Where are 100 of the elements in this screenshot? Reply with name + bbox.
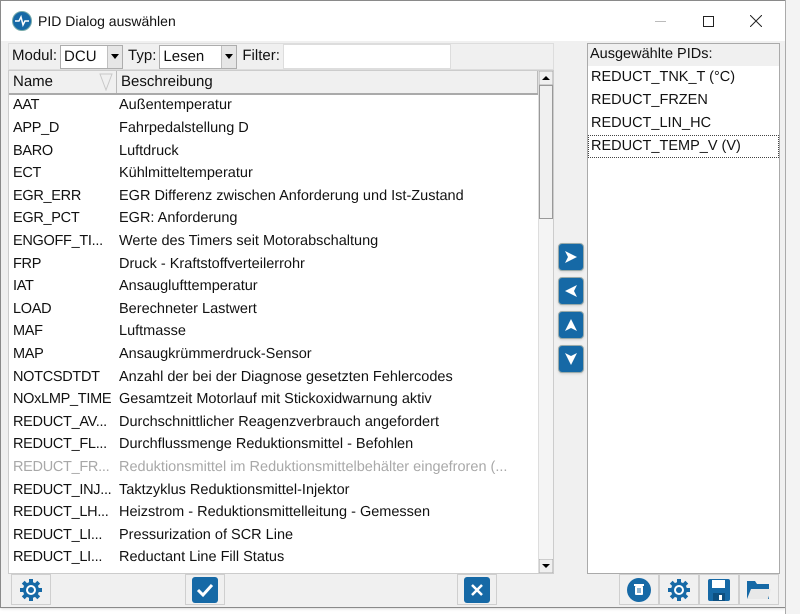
name-cell-text: REDUCT_AV...: [12, 412, 108, 432]
description-cell-text: Ansaugkrümmerdruck-Sensor: [118, 344, 312, 364]
list-item[interactable]: REDUCT_FRZEN: [588, 89, 779, 112]
save-button[interactable]: [699, 574, 739, 605]
table-row[interactable]: AAT Außentemperatur: [9, 95, 538, 118]
name-cell-text: IAT: [12, 277, 35, 296]
delete-button[interactable]: [619, 574, 659, 605]
module-label: Modul:: [12, 46, 58, 66]
description-cell-text: Durchflussmenge Reduktionsmittel - Befohlen: [118, 435, 414, 454]
name-cell-text: REDUCT_FL...: [12, 435, 108, 454]
name-cell-text: NOxLMP_TIME: [12, 390, 112, 410]
module-dropdown[interactable]: DCU: [60, 44, 124, 68]
cancel-button[interactable]: [457, 574, 497, 605]
maximize-icon: [702, 16, 714, 26]
description-cell-text: Gesamtzeit Motorlauf mit Stickoxidwarnung aktiv: [118, 390, 432, 410]
description-cell-text: Außentemperatur: [118, 96, 232, 116]
table-row[interactable]: EGR_PCT EGR: Anforderung: [9, 208, 538, 231]
move-right-button[interactable]: [558, 243, 584, 271]
trash-icon: [626, 576, 652, 602]
description-cell-text: Berechneter Lastwert: [118, 300, 257, 319]
description-cell-text: Kühlmitteltemperatur: [118, 164, 253, 184]
list-item[interactable]: REDUCT_TEMP_V (V): [588, 135, 779, 158]
app-logo-icon: [12, 11, 32, 31]
name-cell-text: ECT: [12, 164, 42, 184]
settings-icon: [19, 578, 43, 602]
description-cell-text: Taktzyklus Reduktionsmittel-Injektor: [118, 480, 350, 500]
description-cell-text: Fahrpedalstellung D: [118, 119, 249, 138]
table-row[interactable]: ECT Kühlmitteltemperatur: [9, 162, 538, 186]
description-cell-text: Heizstrom - Reduktionsmittelleitung - Gemessen: [118, 503, 430, 522]
name-cell-text: LOAD: [12, 300, 52, 319]
table-row[interactable]: REDUCT_LH... Heizstrom - Reduktionsmittelleitung - Gemessen: [9, 502, 538, 524]
description-cell-text: Reduktionsmittel im Reduktionsmittelbehälter eingefroren (...: [118, 458, 508, 477]
name-cell-text: AAT: [12, 96, 40, 116]
scroll-down-icon[interactable]: [539, 559, 553, 573]
table-row[interactable]: MAP Ansaugkrümmerdruck-Sensor: [9, 344, 538, 366]
description-cell-text: Werte des Timers seit Motorabschaltung: [118, 232, 378, 251]
list-item[interactable]: REDUCT_LIN_HC: [588, 112, 779, 135]
move-down-button[interactable]: [558, 345, 584, 373]
name-cell-text: APP_D: [12, 119, 60, 138]
table-row[interactable]: APP_D Fahrpedalstellung D: [9, 118, 538, 140]
settings-button[interactable]: [11, 574, 51, 605]
table-row[interactable]: EGR_ERR EGR Differenz zwischen Anforderung und Ist-Zustand: [9, 185, 538, 208]
right-arrow-icon: [564, 250, 578, 264]
table-row[interactable]: REDUCT_LI... Pressurization of SCR Line: [9, 524, 538, 547]
description-cell-text: Pressurization of SCR Line: [118, 526, 294, 545]
table-row[interactable]: MAF Luftmasse: [9, 320, 538, 344]
description-cell-text: Anzahl der bei der Diagnose gesetzten Fehlercodes: [118, 368, 453, 387]
window-title: PID Dialog auswählen: [38, 12, 176, 31]
table-row[interactable]: REDUCT_AV... Durchschnittlicher Reagenzverbrauch angefordert: [9, 411, 538, 434]
description-cell-text: Luftdruck: [118, 142, 179, 161]
description-cell-text: Luftmasse: [118, 322, 186, 342]
name-cell-text: EGR_ERR: [12, 186, 82, 206]
description-cell-text: EGR Differenz zwischen Anforderung und Ist-Zustand: [118, 186, 464, 206]
scroll-up-icon[interactable]: [539, 71, 553, 85]
name-cell-text: ENGOFF_TI...: [12, 232, 104, 251]
description-cell-text: Ansauglufttemperatur: [118, 277, 258, 296]
settings-icon: [667, 578, 691, 602]
table-row[interactable]: NOxLMP_TIME Gesamtzeit Motorlauf mit Stickoxidwarnung aktiv: [9, 388, 538, 412]
close-icon: [750, 15, 762, 27]
description-cell-text: EGR: Anforderung: [118, 209, 238, 228]
list-item[interactable]: REDUCT_TNK_T (°C): [588, 66, 779, 89]
close-icon: [464, 576, 490, 602]
minimize-icon: [654, 20, 666, 22]
type-dropdown[interactable]: Lesen: [159, 44, 238, 68]
list-title: Ausgewählte PIDs:: [588, 44, 779, 66]
table-row[interactable]: IAT Ansauglufttemperatur: [9, 276, 538, 298]
filter-field[interactable]: [282, 44, 451, 69]
move-left-button[interactable]: [558, 277, 584, 305]
table-row[interactable]: REDUCT_LI... Reductant Line Fill Status: [9, 546, 538, 570]
name-cell-text: BARO: [12, 142, 54, 161]
dropdown-arrow-icon: [225, 54, 234, 59]
open-button[interactable]: [739, 574, 779, 605]
column-header[interactable]: Name: [9, 71, 117, 93]
table-row[interactable]: ENGOFF_TI... Werte des Timers seit Motorabschaltung: [9, 230, 538, 254]
description-cell-text: Durchschnittlicher Reagenzverbrauch angefordert: [118, 412, 439, 432]
name-cell-text: REDUCT_LH...: [12, 503, 110, 522]
table-row[interactable]: NOTCSDTDT Anzahl der bei der Diagnose gesetzten Fehlercodes: [9, 366, 538, 389]
name-cell-text: REDUCT_FR...: [12, 458, 110, 477]
left-arrow-icon: [564, 284, 578, 298]
description-cell-text: Druck - Kraftstoffverteilerrohr: [118, 254, 305, 274]
move-up-button[interactable]: [558, 311, 584, 339]
name-cell-text: REDUCT_INJ...: [12, 480, 112, 500]
name-cell-text: REDUCT_LI...: [12, 526, 104, 545]
ok-button[interactable]: [185, 574, 225, 605]
name-cell-text: REDUCT_LI...: [12, 548, 104, 568]
type-label: Typ:: [128, 46, 156, 66]
name-cell-text: MAP: [12, 344, 45, 364]
settings-button[interactable]: [659, 574, 699, 605]
table-row[interactable]: REDUCT_INJ... Taktzyklus Reduktionsmittel-Injektor: [9, 479, 538, 502]
filter-label: Filter:: [242, 46, 280, 66]
name-cell-text: NOTCSDTDT: [12, 368, 101, 387]
table-row[interactable]: LOAD Berechneter Lastwert: [9, 298, 538, 321]
table-row[interactable]: REDUCT_FL... Durchflussmenge Reduktionsmittel - Befohlen: [9, 434, 538, 456]
description-cell-text: Reductant Line Fill Status: [118, 548, 284, 568]
checkmark-icon: [192, 576, 218, 602]
down-arrow-icon: [564, 352, 578, 366]
table-row[interactable]: FRP Druck - Kraftstoffverteilerrohr: [9, 253, 538, 276]
table-row[interactable]: BARO Luftdruck: [9, 140, 538, 163]
name-cell-text: EGR_PCT: [12, 209, 80, 228]
scrollbar[interactable]: [538, 71, 553, 573]
